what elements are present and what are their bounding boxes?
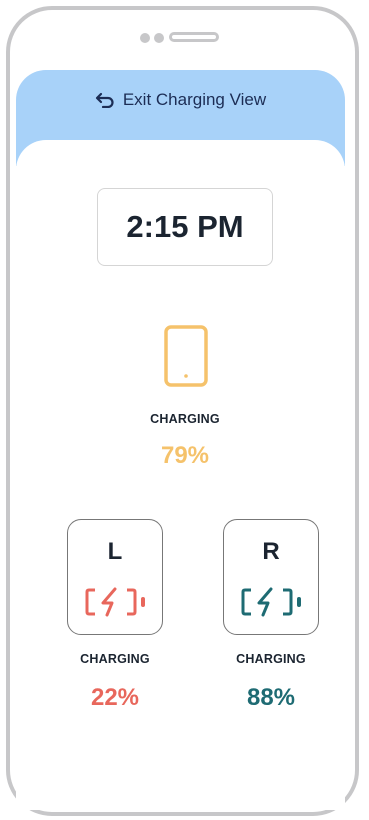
right-earbud-letter: R — [262, 538, 280, 565]
exit-label: Exit Charging View — [122, 90, 267, 109]
right-earbud-card: R — [223, 519, 319, 635]
battery-charging-icon — [85, 587, 145, 617]
phone-notch — [140, 30, 230, 44]
left-earbud-card: L — [67, 519, 163, 635]
clock-display: 2:15 PM — [97, 188, 273, 266]
right-earbud-percent: 88% — [246, 684, 296, 711]
left-earbud-letter: L — [107, 538, 123, 565]
exit-charging-view-button[interactable]: Exit Charging View — [16, 90, 345, 110]
notch-dot — [140, 33, 150, 43]
left-earbud-percent: 22% — [90, 684, 140, 711]
clock-time: 2:15 PM — [126, 209, 244, 244]
right-earbud-status: CHARGING — [236, 652, 306, 666]
device-status-label: CHARGING — [150, 412, 220, 426]
notch-dot — [154, 33, 164, 43]
phone-outline-icon — [164, 325, 208, 387]
left-earbud-status: CHARGING — [80, 652, 150, 666]
battery-charging-icon — [241, 587, 301, 617]
undo-arrow-icon — [95, 92, 114, 108]
device-percent: 79% — [160, 442, 210, 469]
notch-bar — [169, 32, 219, 42]
